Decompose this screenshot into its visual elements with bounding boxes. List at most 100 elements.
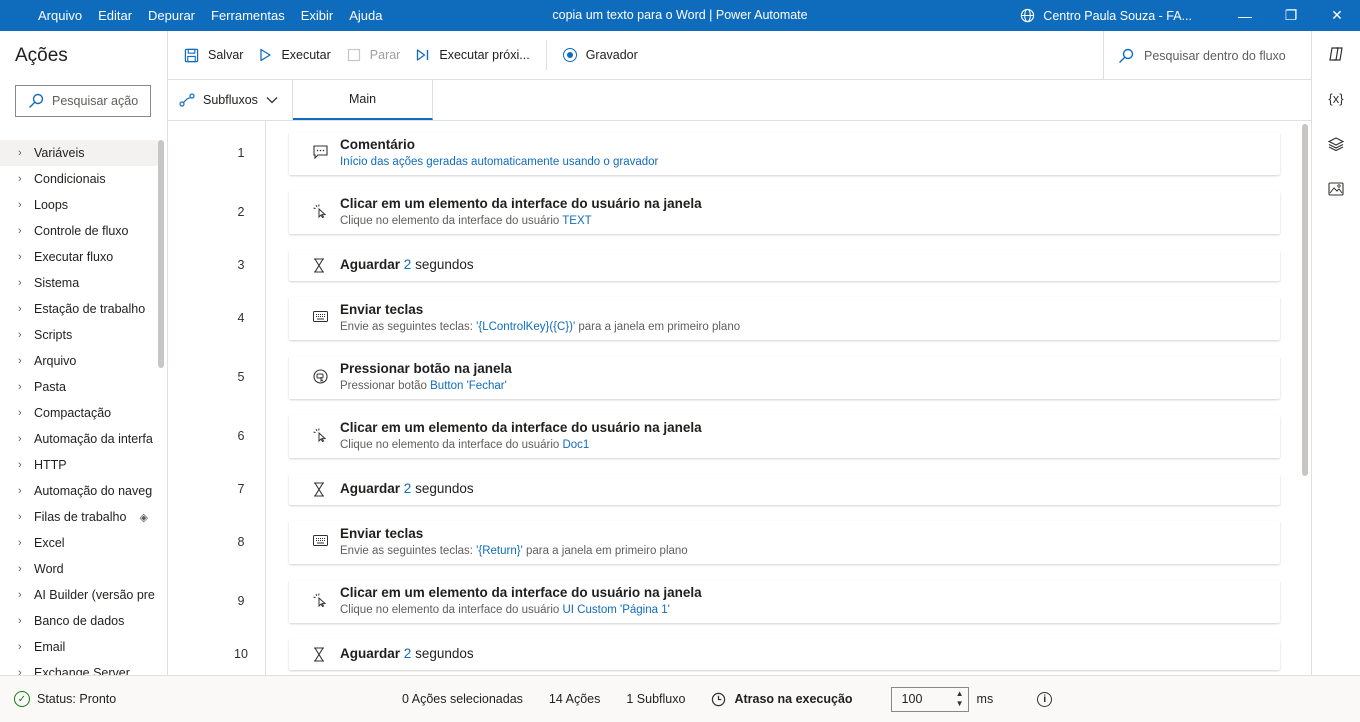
category-item[interactable]: › Scripts	[0, 322, 158, 348]
close-button[interactable]: ✕	[1314, 0, 1360, 31]
category-item[interactable]: › Sistema	[0, 270, 158, 296]
run-next-button[interactable]: Executar próxi...	[408, 31, 537, 80]
variables-icon[interactable]: {x}	[1312, 76, 1360, 121]
copilot-icon[interactable]	[1312, 31, 1360, 76]
subflows-dropdown[interactable]: Subfluxos	[168, 80, 293, 120]
flow-step[interactable]: 9 Clicar em um elemento da interface do …	[168, 580, 1311, 623]
info-icon[interactable]: i	[1037, 691, 1053, 707]
action-search-input[interactable]: Pesquisar ação	[15, 85, 151, 117]
chevron-right-icon: ›	[18, 537, 22, 549]
category-item[interactable]: › Automação do naveg	[0, 478, 158, 504]
minimize-button[interactable]: —	[1222, 0, 1268, 31]
action-card[interactable]: Pressionar botão na janela Pressionar bo…	[289, 356, 1280, 399]
toolbar: Salvar Executar Parar Executar próxi... …	[168, 31, 1311, 80]
subtitle-text: Envie as seguintes teclas:	[340, 545, 477, 557]
category-item[interactable]: › Filas de trabalho ◈	[0, 504, 158, 530]
save-button[interactable]: Salvar	[168, 31, 251, 80]
action-card[interactable]: Aguardar 2 segundos	[289, 639, 1280, 670]
line-number: 3	[237, 258, 245, 272]
category-item[interactable]: › Word	[0, 556, 158, 582]
menu-depurar[interactable]: Depurar	[140, 0, 203, 31]
category-item[interactable]: › Compactação	[0, 400, 158, 426]
menu-ferramentas[interactable]: Ferramentas	[203, 0, 293, 31]
category-item[interactable]: › Controle de fluxo	[0, 218, 158, 244]
category-item[interactable]: › Banco de dados	[0, 608, 158, 634]
actions-count: 14 Ações	[548, 692, 601, 706]
category-item[interactable]: › Variáveis	[0, 140, 158, 166]
chevron-right-icon: ›	[18, 563, 22, 575]
actions-title: Ações	[15, 45, 68, 66]
flow-step[interactable]: 8 Enviar teclas Envie as seguintes tecla…	[168, 521, 1311, 564]
layers-glyph	[1328, 136, 1344, 151]
category-item[interactable]: › Excel	[0, 530, 158, 556]
action-card[interactable]: Aguardar 2 segundos	[289, 474, 1280, 505]
category-item[interactable]: › Automação da interfa	[0, 426, 158, 452]
category-item[interactable]: › Loops	[0, 192, 158, 218]
category-item[interactable]: › Estação de trabalho	[0, 296, 158, 322]
category-item[interactable]: › Arquivo	[0, 348, 158, 374]
restore-button[interactable]: ❐	[1268, 0, 1314, 31]
action-card[interactable]: Comentário Início das ações geradas auto…	[289, 132, 1280, 175]
images-icon[interactable]	[1312, 166, 1360, 211]
menu-editar[interactable]: Editar	[90, 0, 140, 31]
category-item[interactable]: › Email	[0, 634, 158, 660]
menu-exibir[interactable]: Exibir	[293, 0, 342, 31]
category-item[interactable]: › Condicionais	[0, 166, 158, 192]
recorder-label: Gravador	[585, 48, 638, 62]
flow-step[interactable]: 4 Enviar teclas Envie as seguintes tecla…	[168, 297, 1311, 340]
action-search-placeholder: Pesquisar ação	[52, 94, 139, 108]
run-button[interactable]: Executar	[251, 31, 338, 80]
run-next-label: Executar próxi...	[439, 48, 530, 62]
chevron-right-icon: ›	[18, 199, 22, 211]
globe-icon	[1021, 8, 1035, 23]
category-item[interactable]: › Executar fluxo	[0, 244, 158, 270]
subtitle-text: Clique no elemento da interface do usuár…	[340, 215, 563, 227]
action-card[interactable]: Clicar em um elemento da interface do us…	[289, 580, 1280, 623]
category-label: Sistema	[34, 276, 80, 290]
delay-input[interactable]: 100 ▲ ▼	[890, 686, 969, 712]
action-card[interactable]: Clicar em um elemento da interface do us…	[289, 191, 1280, 234]
flow-step[interactable]: 2 Clicar em um elemento da interface do …	[168, 191, 1311, 234]
search-icon	[1119, 48, 1134, 63]
flow-step[interactable]: 7 Aguardar 2 segundos	[168, 474, 1311, 505]
wait-unit: segundos	[415, 481, 474, 496]
category-item[interactable]: › Pasta	[0, 374, 158, 400]
run-delay: Atraso na execução 100 ▲ ▼ ms i	[711, 686, 1078, 712]
flow-step[interactable]: 5 Pressionar botão na janela Pressionar …	[168, 356, 1311, 399]
action-title: Comentário	[340, 137, 416, 152]
flow-step[interactable]: 1 Comentário Início das ações geradas au…	[168, 132, 1311, 175]
selected-count: 0 Ações selecionadas	[402, 692, 523, 706]
action-card[interactable]: Aguardar 2 segundos	[289, 250, 1280, 281]
flow-step[interactable]: 3 Aguardar 2 segundos	[168, 250, 1311, 281]
action-card[interactable]: Enviar teclas Envie as seguintes teclas:…	[289, 297, 1280, 340]
flow-step[interactable]: 6 Clicar em um elemento da interface do …	[168, 415, 1311, 458]
status-indicator: ✓ Status: Pronto	[14, 691, 116, 707]
tab-main[interactable]: Main	[293, 80, 433, 120]
menu-arquivo[interactable]: Arquivo	[30, 0, 90, 31]
subtitle-text: Clique no elemento da interface do usuár…	[340, 439, 563, 451]
delay-unit: ms	[976, 692, 994, 706]
action-card[interactable]: Clicar em um elemento da interface do us…	[289, 415, 1280, 458]
menu-ajuda[interactable]: Ajuda	[341, 0, 390, 31]
canvas-scrollbar[interactable]	[1302, 124, 1308, 476]
action-title: Enviar teclas	[340, 526, 424, 541]
recorder-button[interactable]: Gravador	[555, 31, 646, 80]
category-item[interactable]: › AI Builder (versão pre	[0, 582, 158, 608]
flow-search-input[interactable]: Pesquisar dentro do fluxo	[1103, 31, 1311, 80]
actions-scrollbar[interactable]	[158, 140, 164, 368]
wait-value: 2	[403, 646, 412, 661]
clock-icon	[712, 692, 726, 706]
layers-icon[interactable]	[1312, 121, 1360, 166]
stop-button[interactable]: Parar	[339, 31, 409, 80]
chevron-right-icon: ›	[18, 485, 22, 497]
line-number: 8	[237, 535, 245, 549]
organization-selector[interactable]: Centro Paula Souza - FA...	[1020, 8, 1192, 23]
spinner-icon[interactable]: ▲ ▼	[956, 689, 964, 709]
action-card[interactable]: Enviar teclas Envie as seguintes teclas:…	[289, 521, 1280, 564]
click-icon	[313, 593, 327, 607]
wait-unit: segundos	[415, 646, 474, 661]
flow-step[interactable]: 10 Aguardar 2 segundos	[168, 639, 1311, 670]
category-item[interactable]: › HTTP	[0, 452, 158, 478]
chevron-right-icon: ›	[18, 277, 22, 289]
action-title: Pressionar botão na janela	[340, 361, 512, 376]
